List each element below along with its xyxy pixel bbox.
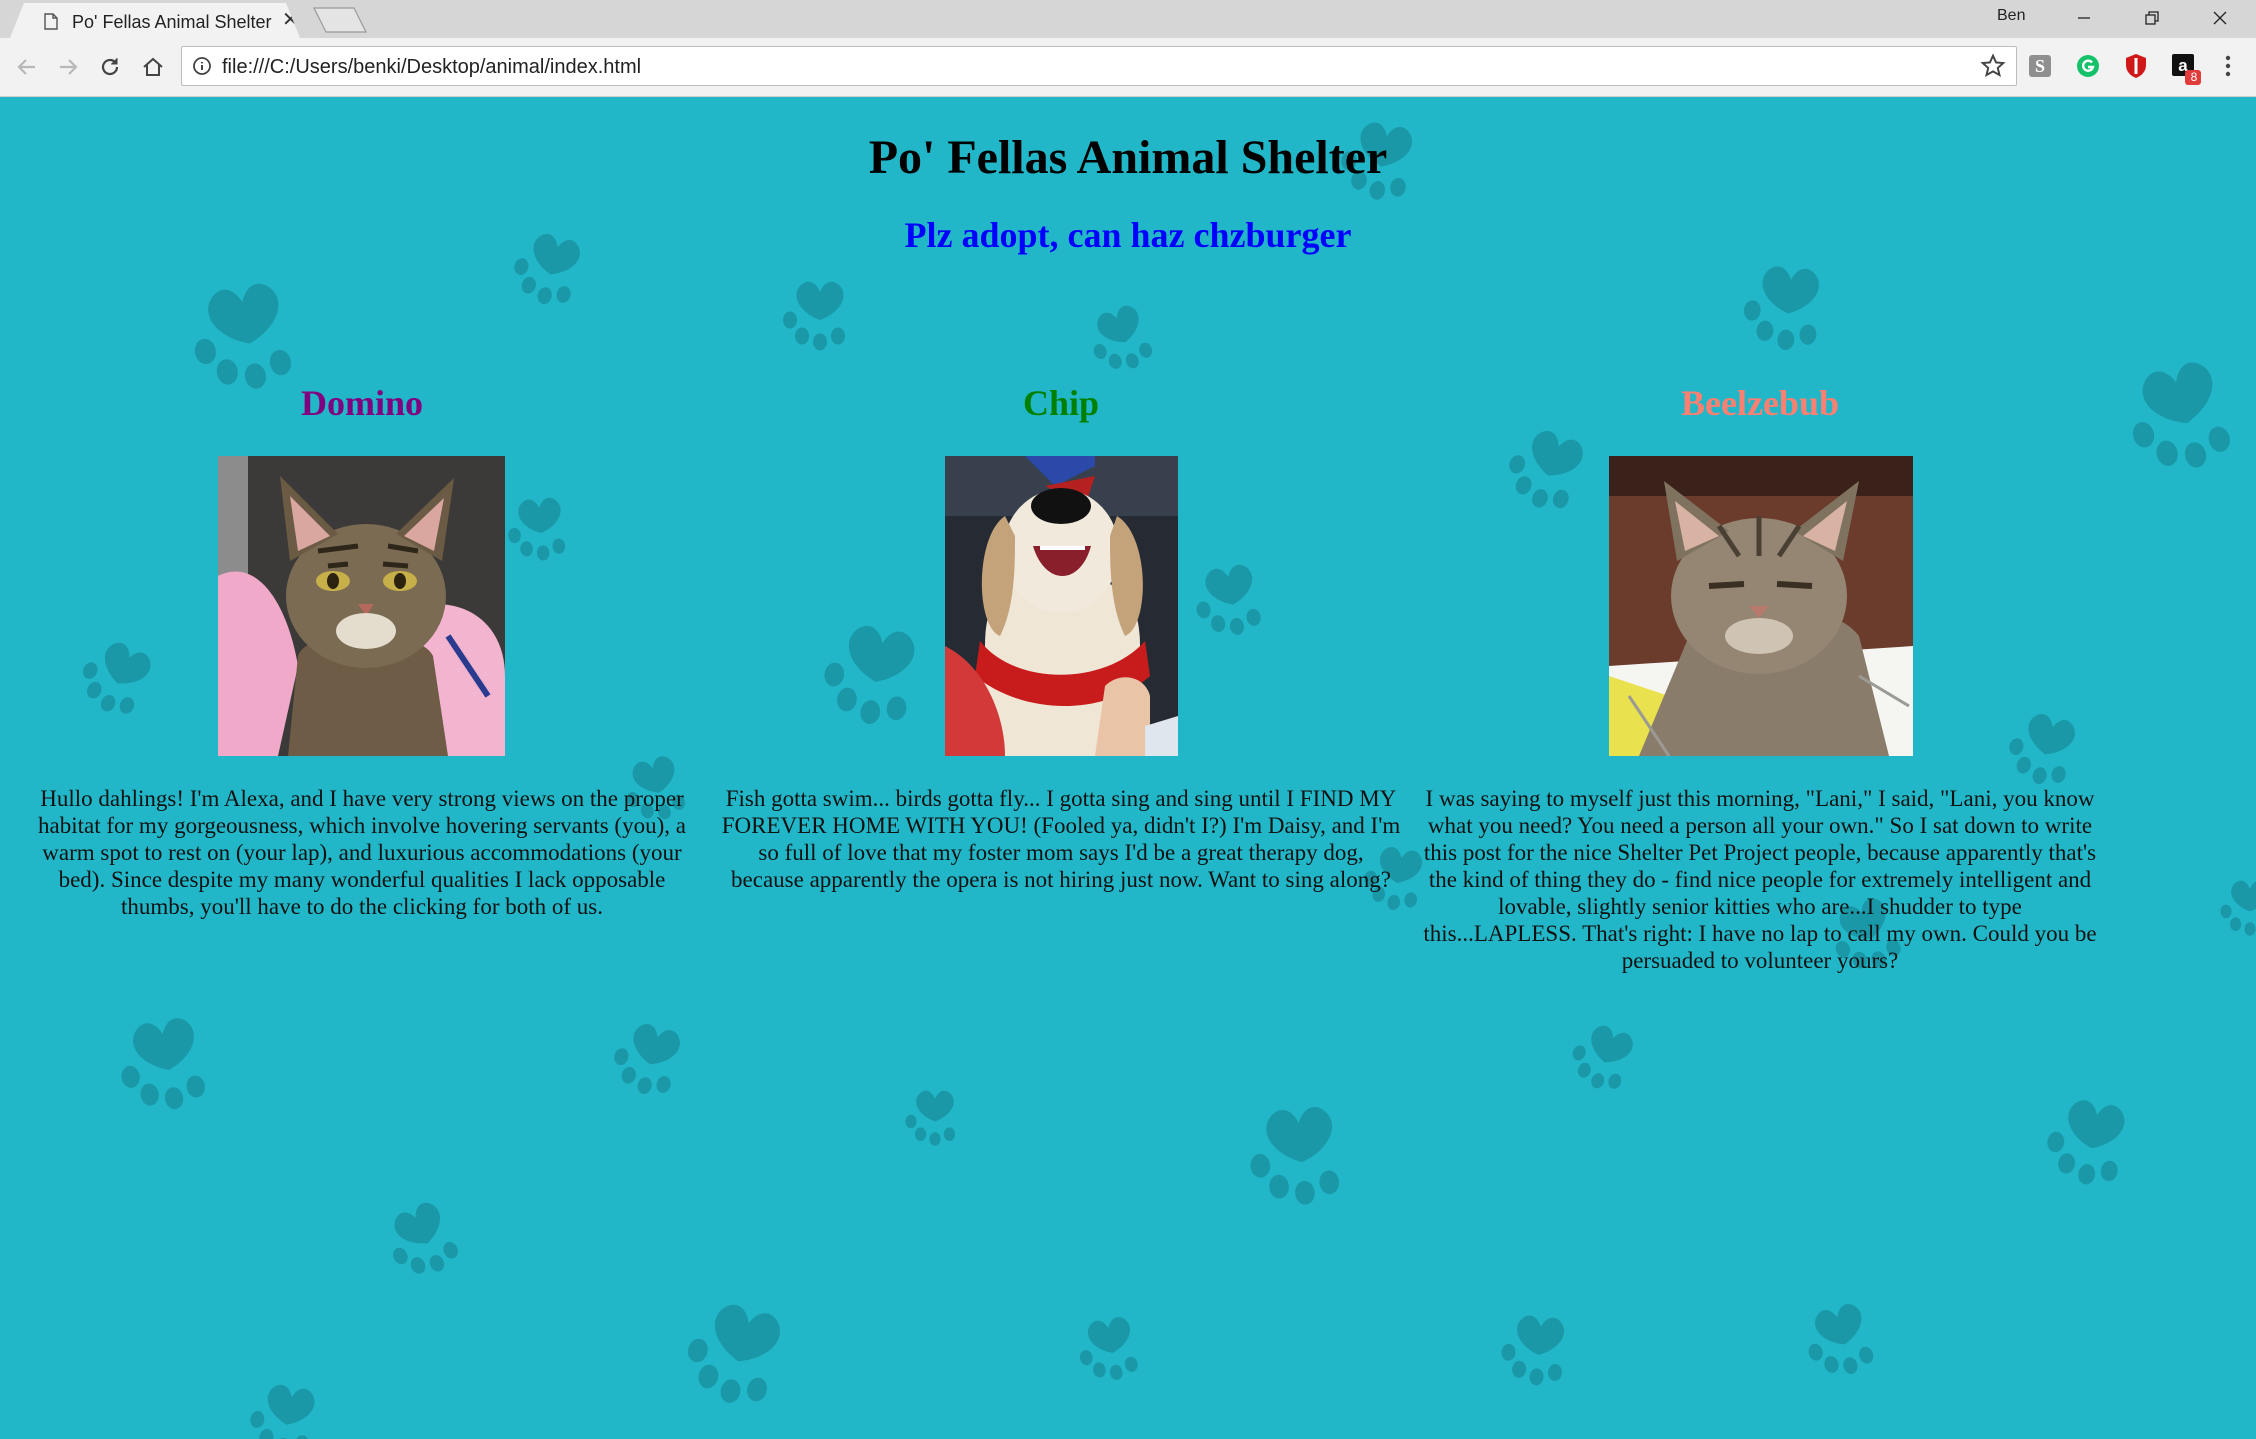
tab-title: Po' Fellas Animal Shelter xyxy=(72,12,272,32)
pet-name: Domino xyxy=(300,383,423,423)
home-icon[interactable] xyxy=(138,52,168,82)
page-content: Po' Fellas Animal Shelter Plz adopt, can… xyxy=(0,97,2256,1439)
back-icon[interactable] xyxy=(12,52,42,82)
address-bar[interactable]: file:///C:/Users/benki/Desktop/animal/in… xyxy=(181,46,2017,86)
info-icon[interactable] xyxy=(192,56,212,76)
tab-strip: Po' Fellas Animal Shelter ✕ Ben xyxy=(0,0,2256,39)
pet-card-chip: Chip xyxy=(721,382,1401,436)
pet-photo-chip xyxy=(945,456,1178,756)
amazon-extension-icon[interactable]: a 8 xyxy=(2171,53,2201,85)
document-icon xyxy=(44,13,58,30)
bookmark-star-icon[interactable] xyxy=(1980,53,2006,79)
extension-badge: 8 xyxy=(2190,70,2198,84)
pet-card-beelzebub: Beelzebub xyxy=(1420,382,2100,436)
grammarly-extension-icon[interactable] xyxy=(2075,53,2101,79)
pet-name: Chip xyxy=(1022,383,1100,423)
ublock-extension-icon[interactable] xyxy=(2123,53,2149,79)
menu-kebab-icon[interactable] xyxy=(2222,53,2248,79)
stylish-extension-icon[interactable]: S xyxy=(2027,53,2053,79)
reload-icon[interactable] xyxy=(95,52,125,82)
new-tab-button[interactable] xyxy=(312,7,368,33)
close-tab-icon[interactable]: ✕ xyxy=(282,10,299,30)
pet-photo-domino xyxy=(218,456,505,756)
url-text: file:///C:/Users/benki/Desktop/animal/in… xyxy=(222,56,642,78)
browser-toolbar: file:///C:/Users/benki/Desktop/animal/in… xyxy=(0,38,2256,97)
paw-print-background xyxy=(70,117,2256,1439)
page-title: Po' Fellas Animal Shelter xyxy=(868,131,1388,184)
svg-text:S: S xyxy=(2035,56,2045,76)
profile-name[interactable]: Ben xyxy=(1997,7,2025,25)
pet-name: Beelzebub xyxy=(1681,383,1839,423)
pet-description: Hullo dahlings! I'm Alexa, and I have ve… xyxy=(38,786,686,919)
forward-icon[interactable] xyxy=(53,52,83,82)
pet-card-domino: Domino xyxy=(22,382,702,436)
pet-description: I was saying to myself just this morning… xyxy=(1423,786,2097,973)
pet-photo-beelzebub xyxy=(1609,456,1913,756)
browser-tab[interactable]: Po' Fellas Animal Shelter ✕ xyxy=(10,3,300,38)
close-window-icon[interactable] xyxy=(2186,0,2254,36)
pet-description: Fish gotta swim... birds gotta fly... I … xyxy=(721,786,1401,892)
page-subtitle: Plz adopt, can haz chzburger xyxy=(904,215,1352,255)
minimize-icon[interactable] xyxy=(2050,0,2118,36)
restore-icon[interactable] xyxy=(2118,0,2186,36)
